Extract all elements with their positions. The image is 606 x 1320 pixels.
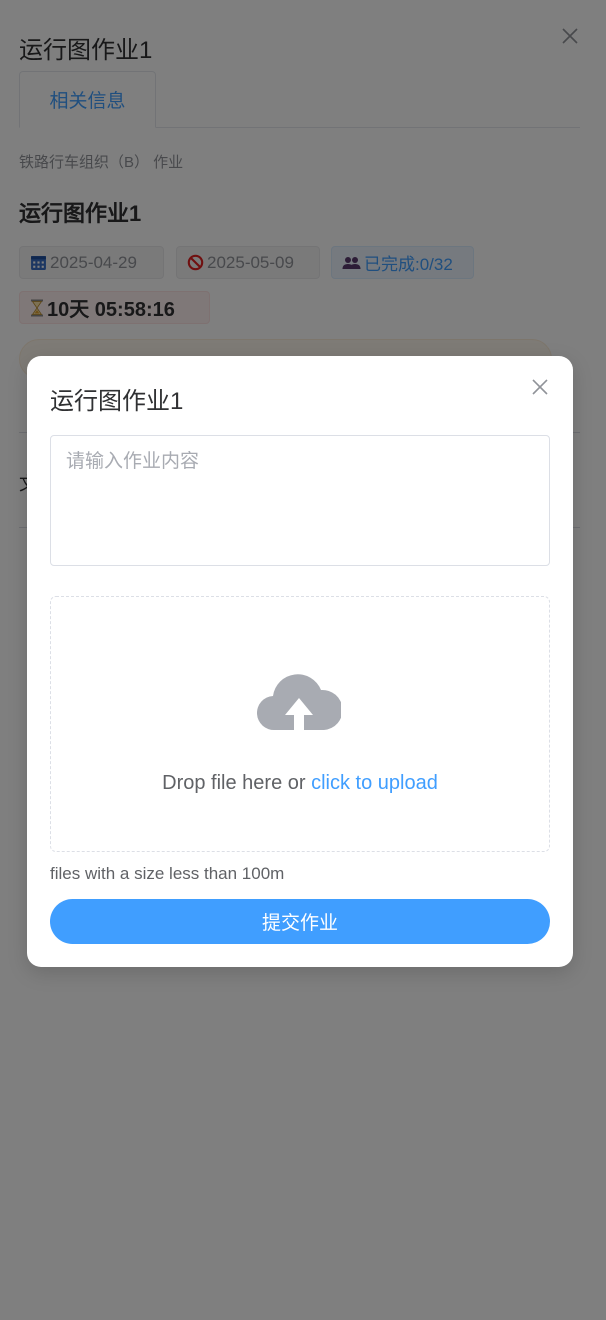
upload-tip: files with a size less than 100m xyxy=(50,864,285,883)
close-icon[interactable] xyxy=(531,378,549,396)
dialog-title: 运行图作业1 xyxy=(50,388,184,415)
upload-text: Drop file here or click to upload xyxy=(51,772,549,795)
cloud-upload-icon xyxy=(257,674,341,731)
submit-homework-button[interactable]: 提交作业 xyxy=(50,899,550,944)
file-upload-dropzone[interactable]: Drop file here or click to upload xyxy=(50,596,550,852)
upload-drop-text: Drop file here or xyxy=(162,772,312,794)
submit-homework-dialog: 运行图作业1 Drop file here or click to upload… xyxy=(27,356,573,967)
homework-content-input[interactable] xyxy=(50,435,550,566)
click-to-upload-link[interactable]: click to upload xyxy=(311,772,438,794)
